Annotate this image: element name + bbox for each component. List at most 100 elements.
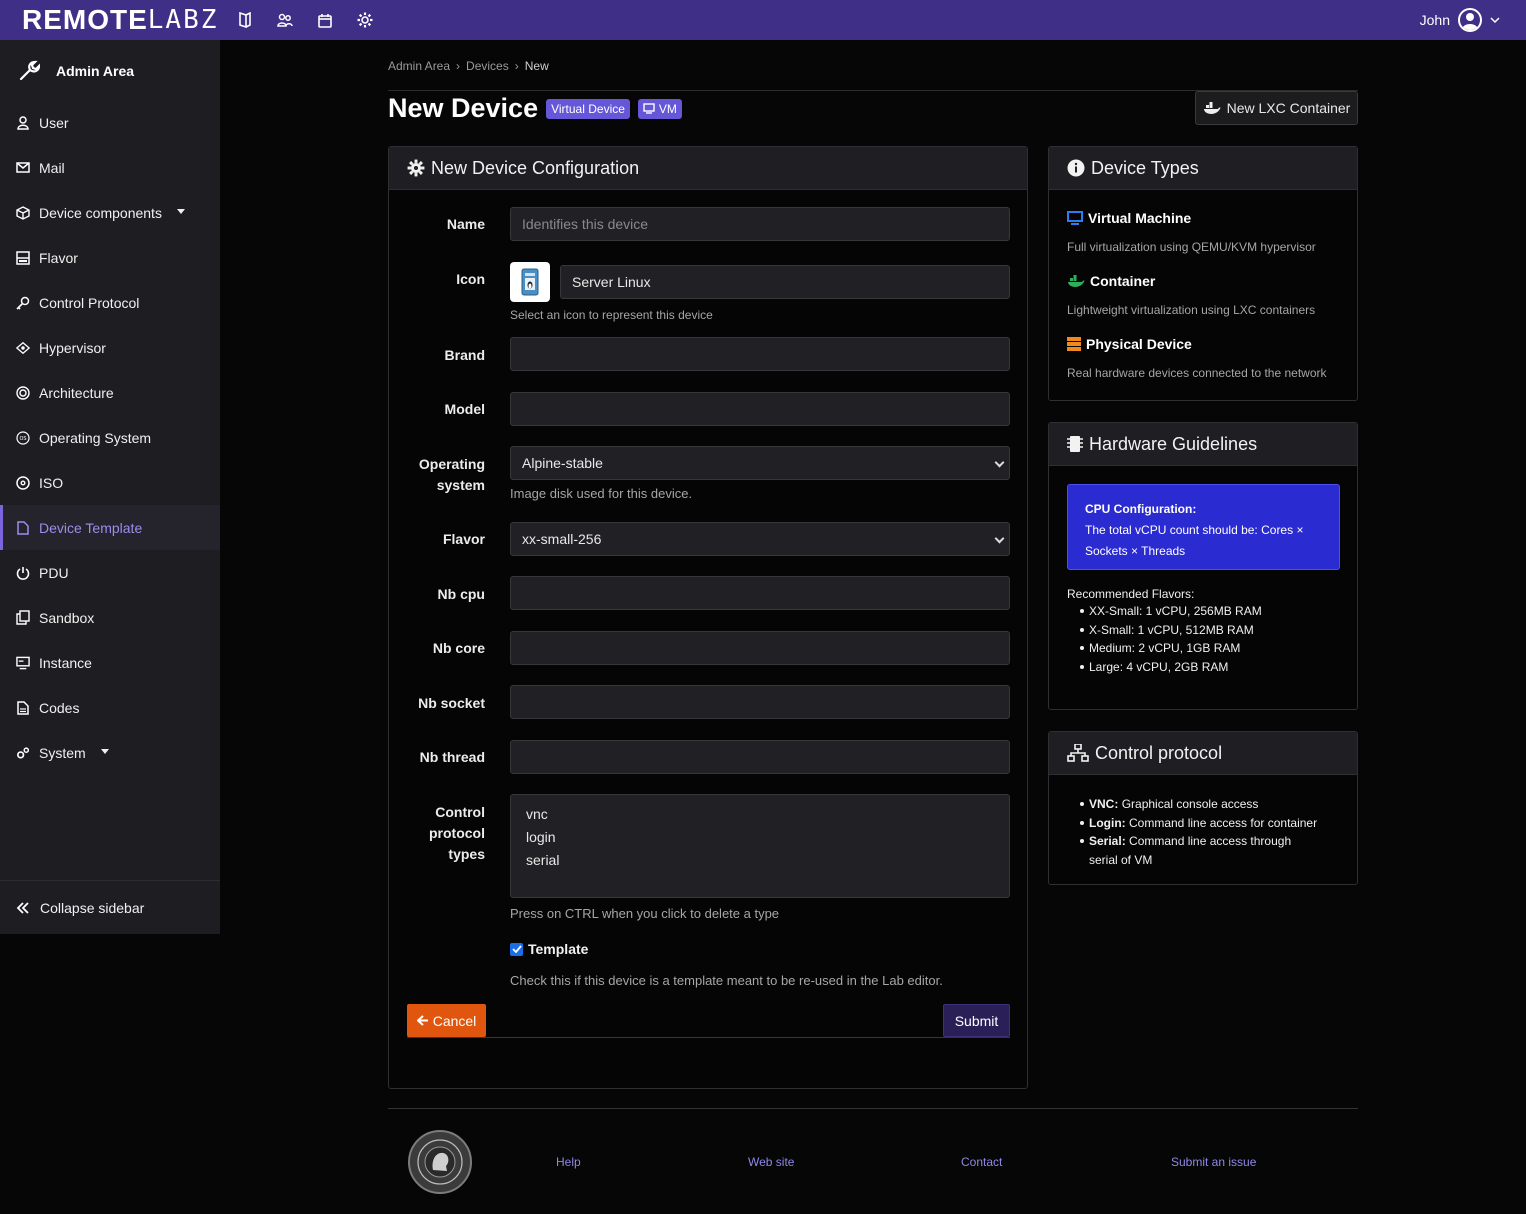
sidebar-item-system[interactable]: System xyxy=(0,730,220,775)
control-protocol-option[interactable]: vnc xyxy=(526,803,994,826)
operating-system-select[interactable]: Alpine-stable xyxy=(510,446,1010,480)
cpu-configuration-text: The total vCPU count should be: Cores × … xyxy=(1085,523,1304,558)
sidebar-item-sandbox[interactable]: Sandbox xyxy=(0,595,220,640)
template-checkbox[interactable] xyxy=(510,942,523,956)
user-name: John xyxy=(1419,12,1450,28)
new-lxc-container-label: New LXC Container xyxy=(1226,100,1351,116)
sidebar-item-hypervisor[interactable]: Hypervisor xyxy=(0,325,220,370)
model-input[interactable] xyxy=(510,392,1010,426)
flavor-select[interactable]: xx-small-256 xyxy=(510,522,1010,556)
device-config-title: New Device Configuration xyxy=(431,157,640,178)
footer-divider xyxy=(388,1108,1358,1109)
sidebar-item-label: Device components xyxy=(39,204,162,221)
virtual-device-badge: Virtual Device xyxy=(546,98,630,119)
device-type-container-title: Container xyxy=(1067,273,1155,289)
chevron-down-icon xyxy=(994,533,1005,544)
gear-icon[interactable] xyxy=(356,11,374,29)
sidebar-item-label: User xyxy=(39,114,69,131)
sidebar-item-pdu[interactable]: PDU xyxy=(0,550,220,595)
footer-link-help[interactable]: Help xyxy=(556,1155,581,1169)
form-divider xyxy=(407,1037,1010,1038)
brand-label: Brand xyxy=(444,347,485,363)
cogs-icon xyxy=(16,746,30,760)
calendar-icon[interactable] xyxy=(316,11,334,29)
operating-system-value: Alpine-stable xyxy=(522,455,603,471)
footer-link-contact[interactable]: Contact xyxy=(961,1155,1002,1169)
power-icon xyxy=(16,566,30,580)
sidebar-item-label: Device Template xyxy=(39,519,143,536)
control-protocol-option[interactable]: serial xyxy=(526,849,994,872)
name-input[interactable]: Identifies this device xyxy=(510,207,1010,241)
protocol-desc: Graphical console access xyxy=(1121,797,1259,811)
nb-socket-input[interactable] xyxy=(510,685,1010,719)
file-icon xyxy=(16,520,30,535)
new-lxc-container-button[interactable]: New LXC Container xyxy=(1195,91,1358,125)
server-icon xyxy=(1067,337,1081,351)
device-type-physical-title: Physical Device xyxy=(1067,336,1192,352)
sidebar-item-architecture[interactable]: Architecture xyxy=(0,370,220,415)
footer-link-submit-issue[interactable]: Submit an issue xyxy=(1171,1155,1256,1169)
recommended-flavors: Recommended Flavors: XX-Small: 1 vCPU, 2… xyxy=(1067,587,1262,676)
sidebar-item-control-protocol[interactable]: Control Protocol xyxy=(0,280,220,325)
users-icon[interactable] xyxy=(276,11,294,29)
footer-link-website[interactable]: Web site xyxy=(748,1155,794,1169)
sidebar-item-device-template[interactable]: Device Template xyxy=(0,505,220,550)
brand-logo[interactable]: REMOTE LABZ xyxy=(22,4,218,36)
breadcrumb-devices[interactable]: Devices xyxy=(466,59,509,73)
hardware-guidelines-card: Hardware Guidelines CPU Configuration: T… xyxy=(1048,422,1358,710)
breadcrumb-current: New xyxy=(524,59,549,73)
operating-system-label-line1: Operating xyxy=(418,456,485,472)
brand-input[interactable] xyxy=(510,337,1010,371)
protocol-name: Login: xyxy=(1089,815,1126,830)
sidebar-item-iso[interactable]: ISO xyxy=(0,460,220,505)
icon-select[interactable]: Server Linux xyxy=(560,265,1010,299)
caret-down-icon xyxy=(100,748,109,754)
control-protocol-title: Control protocol xyxy=(1095,742,1223,763)
nb-socket-label: Nb socket xyxy=(418,695,485,711)
submit-button[interactable]: Submit xyxy=(943,1004,1010,1037)
sidebar-item-operating-system[interactable]: OS Operating System xyxy=(0,415,220,460)
sidebar-item-mail[interactable]: Mail xyxy=(0,145,220,190)
sidebar-item-device-components[interactable]: Device components xyxy=(0,190,220,235)
breadcrumb: Admin Area › Devices › New xyxy=(388,59,549,73)
breadcrumb-admin-area[interactable]: Admin Area xyxy=(388,59,450,73)
flavor-value: xx-small-256 xyxy=(522,531,602,547)
brand-name-part-b: LABZ xyxy=(147,5,219,35)
sidebar-item-instance[interactable]: Instance xyxy=(0,640,220,685)
nb-core-input[interactable] xyxy=(510,631,1010,665)
device-icon-preview[interactable] xyxy=(510,262,550,302)
book-icon[interactable] xyxy=(236,11,254,29)
cancel-button[interactable]: Cancel xyxy=(407,1004,486,1037)
device-config-card-header: New Device Configuration xyxy=(389,147,1027,190)
gear-icon xyxy=(407,159,425,177)
nb-thread-input[interactable] xyxy=(510,740,1010,774)
svg-text:OS: OS xyxy=(19,436,26,442)
flavor-icon xyxy=(16,250,30,265)
user-menu[interactable]: John xyxy=(1420,8,1500,32)
info-circle-icon xyxy=(1067,159,1085,177)
device-type-container-label: Container xyxy=(1090,273,1156,289)
sidebar-item-codes[interactable]: Codes xyxy=(0,685,220,730)
wrench-icon xyxy=(19,60,40,81)
hypervisor-icon xyxy=(16,341,30,355)
template-label: Template xyxy=(528,941,589,957)
template-checkbox-row[interactable]: Template xyxy=(510,941,588,957)
operating-system-help: Image disk used for this device. xyxy=(510,486,693,501)
sidebar: Admin Area User Mail Device components F… xyxy=(0,40,220,934)
sidebar-item-user[interactable]: User xyxy=(0,100,220,145)
control-protocol-option[interactable]: login xyxy=(526,826,994,849)
double-chevron-left-icon xyxy=(16,901,29,914)
control-protocol-multiselect[interactable]: vnc login serial xyxy=(510,794,1010,898)
control-protocol-label-line3: types xyxy=(448,846,485,862)
caret-down-icon xyxy=(176,208,185,214)
sidebar-item-label: Sandbox xyxy=(39,609,95,626)
cpu-configuration-alert: CPU Configuration: The total vCPU count … xyxy=(1067,484,1340,570)
collapse-sidebar-button[interactable]: Collapse sidebar xyxy=(0,885,220,930)
device-types-title: Device Types xyxy=(1091,157,1199,178)
nb-cpu-input[interactable] xyxy=(510,576,1010,610)
sidebar-header[interactable]: Admin Area xyxy=(0,40,220,102)
device-types-card: Device Types Virtual Machine Full virtua… xyxy=(1048,146,1358,401)
memory-chip-icon xyxy=(1067,436,1083,452)
sidebar-item-flavor[interactable]: Flavor xyxy=(0,235,220,280)
control-protocol-label-line1: Control xyxy=(435,804,485,820)
